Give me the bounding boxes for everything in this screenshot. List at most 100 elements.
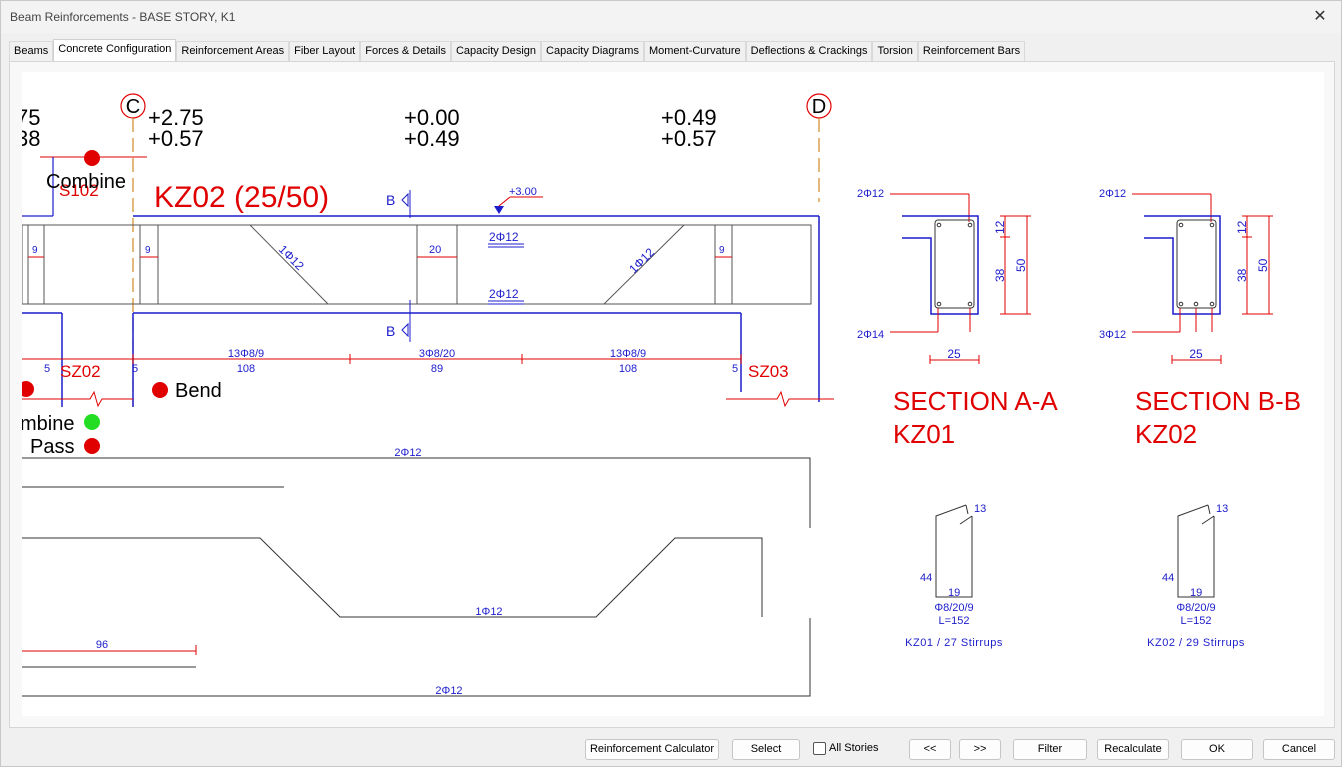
beam-title: KZ02 (25/50) (154, 181, 329, 214)
stirrup-a-width: 19 (948, 587, 960, 599)
combine-label-top: Combine (46, 171, 126, 193)
previous-button[interactable]: << (909, 739, 951, 760)
status-dot-s102 (84, 150, 100, 166)
sec-b-name: KZ02 (1135, 419, 1197, 449)
title-bar: Beam Reinforcements - BASE STORY, K1 ✕ (1, 1, 1341, 33)
level-marker: +3.00 (509, 186, 537, 198)
section-b-b: 2Φ12 3Φ12 12 38 50 25 SECTION B-B KZ02 (1099, 188, 1301, 449)
tab-capacity-diagrams[interactable]: Capacity Diagrams (541, 41, 644, 61)
all-stories-label: All Stories (829, 742, 879, 754)
combine-label-left: mbine (22, 413, 74, 435)
bent-bar-left: 1Φ12 (276, 242, 307, 273)
tab-strip: Beams Concrete Configuration Reinforceme… (9, 39, 1026, 61)
dim-5-mid: 5 (132, 363, 138, 375)
sec-b-dim-12: 12 (1235, 220, 1249, 234)
stirrup-b-spec: Φ8/20/9 (1176, 602, 1215, 614)
moment-1-bottom: +0.57 (148, 126, 204, 151)
tab-reinforcement-bars[interactable]: Reinforcement Bars (917, 41, 1026, 61)
axis-d-label: D (812, 96, 826, 118)
column-sz02: SZ02 (60, 362, 101, 381)
stirrup-b-height: 44 (1162, 572, 1174, 584)
button-bar: Reinforcement Calculator Select All Stor… (1, 731, 1341, 767)
stirrup-b-width: 19 (1190, 587, 1202, 599)
stirrup-zone-2: 3Φ8/20 (419, 348, 455, 360)
stirrup-a-height: 44 (920, 572, 932, 584)
stirrup-a-spec: Φ8/20/9 (934, 602, 973, 614)
stirrup-a: 13 44 19 Φ8/20/9 L=152 KZ01 / 27 Stirrup… (905, 503, 1003, 649)
tab-beams[interactable]: Beams (9, 41, 54, 61)
stirrup-b: 13 44 19 Φ8/20/9 L=152 KZ02 / 29 Stirrup… (1147, 503, 1245, 649)
status-dot-left (22, 381, 34, 397)
sec-a-width: 25 (947, 347, 961, 361)
filter-button[interactable]: Filter (1013, 739, 1087, 760)
stirrup-zone-1: 13Φ8/9 (228, 348, 264, 360)
dim-9-mid: 9 (145, 245, 151, 256)
top-bar-label: 2Φ12 (489, 230, 519, 244)
sec-a-dim-38: 38 (993, 268, 1007, 282)
sec-b-title: SECTION B-B (1135, 386, 1301, 416)
select-button[interactable]: Select (732, 739, 800, 760)
tab-moment-curvature[interactable]: Moment-Curvature (643, 41, 746, 61)
sec-b-width: 25 (1189, 347, 1203, 361)
dim-9-left: 9 (32, 245, 38, 256)
dim-20: 20 (429, 244, 441, 256)
section-mark-top: B (386, 192, 395, 208)
moment-3-bottom: +0.57 (661, 126, 717, 151)
ok-button[interactable]: OK (1181, 739, 1253, 760)
all-stories-checkbox[interactable] (813, 742, 826, 755)
tab-deflections-crackings[interactable]: Deflections & Crackings (745, 41, 873, 61)
tab-panel: C D 75 38 +2.75 +0.57 +0.00 +0.49 +0.49 … (9, 61, 1335, 728)
status-dot-bend (152, 382, 168, 398)
section-a-a: 2Φ12 2Φ14 12 38 50 25 SECTION A-A KZ01 (857, 188, 1058, 449)
pass-label: Pass (30, 436, 74, 458)
tab-capacity-design[interactable]: Capacity Design (450, 41, 542, 61)
dim-9-right: 9 (719, 245, 725, 256)
stirrup-b-hook: 13 (1216, 503, 1228, 515)
dim-5-left: 5 (44, 363, 50, 375)
stirrup-b-caption: KZ02 / 29 Stirrups (1147, 637, 1245, 649)
bottom-bar-label: 2Φ12 (489, 287, 519, 301)
sec-b-dim-50: 50 (1256, 258, 1270, 272)
sec-a-title: SECTION A-A (893, 386, 1058, 416)
stirrup-b-length: L=152 (1181, 615, 1212, 627)
sec-b-top-bar: 2Φ12 (1099, 188, 1126, 200)
close-icon[interactable]: ✕ (1309, 6, 1331, 28)
bar-top-long-label: 2Φ12 (394, 447, 421, 459)
recalculate-button[interactable]: Recalculate (1097, 739, 1169, 760)
beam-drawing: C D 75 38 +2.75 +0.57 +0.00 +0.49 +0.49 … (22, 93, 1301, 697)
bend-label: Bend (175, 380, 222, 402)
zone-length-2: 89 (431, 363, 443, 375)
window-title: Beam Reinforcements - BASE STORY, K1 (10, 10, 236, 24)
bar-bent-long-label: 1Φ12 (475, 606, 502, 618)
sec-a-dim-12: 12 (993, 220, 1007, 234)
zone-length-3: 108 (619, 363, 637, 375)
zone-length-1: 108 (237, 363, 255, 375)
stirrup-a-length: L=152 (939, 615, 970, 627)
sec-b-dim-38: 38 (1235, 268, 1249, 282)
sec-b-bottom-bar: 3Φ12 (1099, 329, 1126, 341)
cancel-button[interactable]: Cancel (1263, 739, 1335, 760)
sec-a-dim-50: 50 (1014, 258, 1028, 272)
next-button[interactable]: >> (959, 739, 1001, 760)
stirrup-a-caption: KZ01 / 27 Stirrups (905, 637, 1003, 649)
status-dot-pass (84, 438, 100, 454)
moment-2-bottom: +0.49 (404, 126, 460, 151)
stirrup-a-hook: 13 (974, 503, 986, 515)
status-dot-combine (84, 414, 100, 430)
sec-a-name: KZ01 (893, 419, 955, 449)
tab-reinforcement-areas[interactable]: Reinforcement Areas (176, 41, 290, 61)
left-partial-bottom: 38 (22, 126, 40, 151)
bent-bar-right: 1Φ12 (626, 245, 657, 276)
reinforcement-calculator-button[interactable]: Reinforcement Calculator (585, 739, 719, 760)
section-mark-bottom: B (386, 323, 395, 339)
dim-96: 96 (96, 639, 108, 651)
tab-forces-details[interactable]: Forces & Details (360, 41, 451, 61)
drawing-canvas[interactable]: C D 75 38 +2.75 +0.57 +0.00 +0.49 +0.49 … (22, 72, 1324, 716)
sec-a-bottom-bar: 2Φ14 (857, 329, 884, 341)
beam-reinforcements-window: Beam Reinforcements - BASE STORY, K1 ✕ B… (0, 0, 1342, 767)
sec-a-top-bar: 2Φ12 (857, 188, 884, 200)
tab-torsion[interactable]: Torsion (872, 41, 918, 61)
tab-fiber-layout[interactable]: Fiber Layout (289, 41, 361, 61)
stirrup-zone-3: 13Φ8/9 (610, 348, 646, 360)
tab-concrete-configuration[interactable]: Concrete Configuration (53, 39, 177, 61)
